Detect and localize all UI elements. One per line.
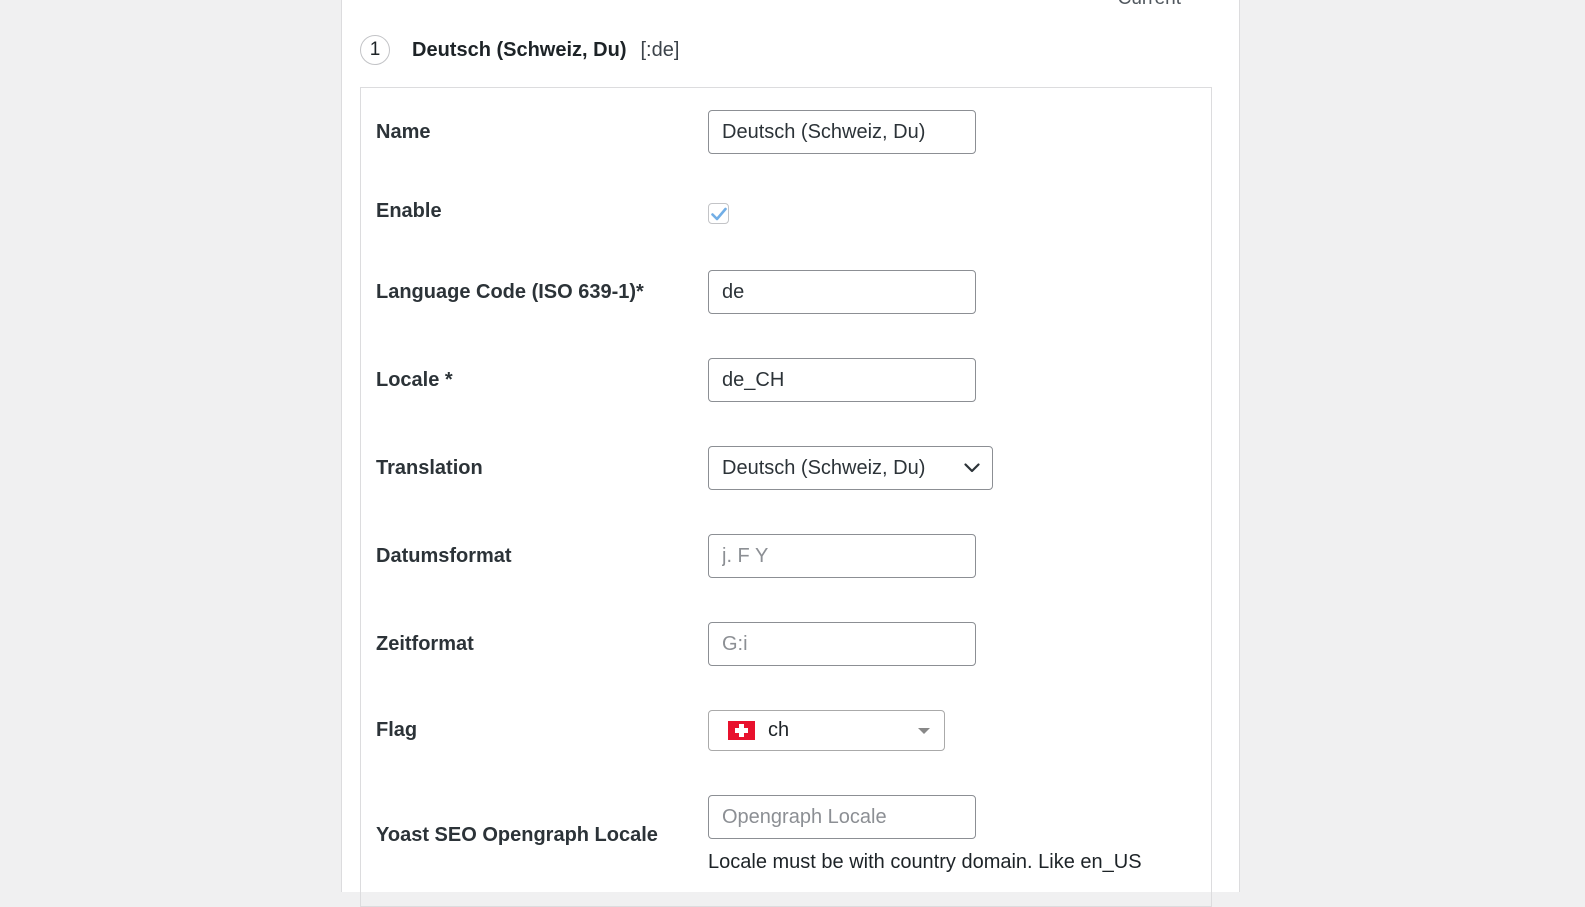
language-code-tag: [:de] [640, 38, 680, 61]
time-format-label: Zeitformat [376, 633, 474, 655]
locale-input[interactable] [708, 358, 976, 402]
flag-label: Flag [376, 719, 418, 741]
og-locale-help-text: Locale must be with country domain. Like… [708, 851, 1142, 873]
check-icon [710, 207, 727, 220]
flag-selected-value: ch [768, 719, 790, 741]
language-header: 1 Deutsch (Schweiz, Du) [:de] [360, 34, 679, 66]
date-format-label: Datumsformat [376, 545, 512, 567]
dropdown-arrow-icon [918, 727, 930, 734]
language-title: Deutsch (Schweiz, Du) [412, 38, 627, 61]
language-number-badge: 1 [360, 35, 390, 65]
name-input[interactable] [708, 110, 976, 154]
translation-select[interactable]: Deutsch (Schweiz, Du) [708, 446, 993, 490]
name-label: Name [376, 121, 431, 143]
time-format-input[interactable] [708, 622, 976, 666]
og-locale-input[interactable] [708, 795, 976, 839]
language-form: Name Enable Language Code (ISO 639-1)* [360, 87, 1212, 907]
enable-checkbox[interactable] [708, 203, 729, 224]
chevron-down-icon [964, 463, 980, 473]
translation-selected-value: Deutsch (Schweiz, Du) [722, 456, 926, 479]
language-code-label: Language Code (ISO 639-1)* [376, 281, 644, 303]
current-label: Current [1118, 0, 1181, 10]
language-code-input[interactable] [708, 270, 976, 314]
date-format-input[interactable] [708, 534, 976, 578]
language-settings-panel: Current 1 Deutsch (Schweiz, Du) [:de] Na… [341, 0, 1240, 907]
enable-label: Enable [376, 200, 442, 222]
og-locale-label: Yoast SEO Opengraph Locale [376, 824, 658, 846]
swiss-flag-icon [728, 721, 755, 740]
translation-label: Translation [376, 457, 483, 479]
flag-select[interactable]: ch [708, 710, 945, 751]
locale-label: Locale * [376, 369, 453, 391]
